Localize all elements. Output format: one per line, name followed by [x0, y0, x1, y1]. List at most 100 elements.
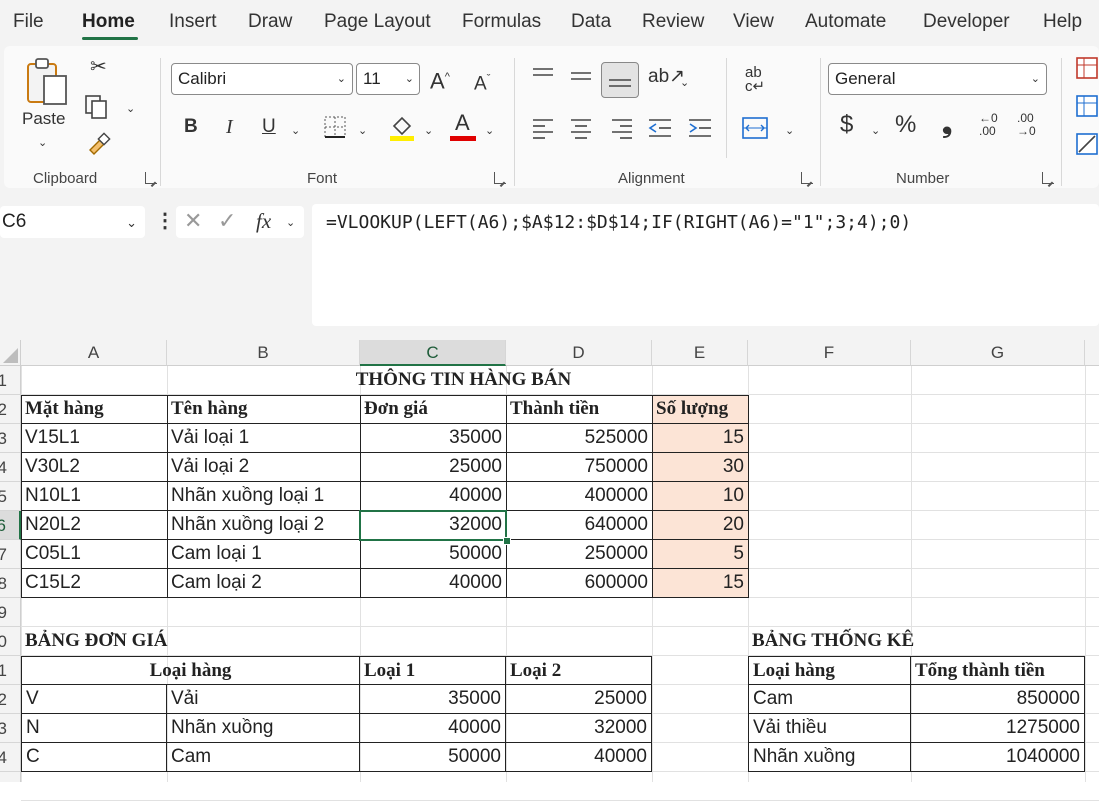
tab-draw[interactable]: Draw: [248, 11, 292, 33]
cell-don-gia[interactable]: 40000: [360, 569, 506, 598]
increase-indent-icon[interactable]: [687, 116, 713, 140]
number-format-select[interactable]: General ⌄: [828, 63, 1047, 95]
cell-thanh-tien[interactable]: 600000: [506, 569, 652, 598]
chevron-down-icon[interactable]: ⌄: [38, 132, 47, 154]
wrap-text-icon[interactable]: ab c↵: [745, 65, 765, 94]
stats-cell-loai-hang[interactable]: Nhãn xuồng: [748, 743, 911, 772]
cell-so-luong[interactable]: 15: [652, 569, 748, 598]
price-cell-loai-2[interactable]: 32000: [506, 714, 652, 743]
cell-mat-hang[interactable]: N20L2: [21, 511, 167, 540]
chevron-down-icon[interactable]: ⌄: [126, 98, 135, 120]
price-cell-code[interactable]: C: [21, 743, 167, 772]
font-size-select[interactable]: 11 ⌄: [356, 63, 420, 95]
decrease-indent-icon[interactable]: [647, 116, 673, 140]
column-header-c[interactable]: C: [360, 340, 506, 366]
align-right-icon[interactable]: [610, 116, 634, 140]
comma-style-icon[interactable]: ❟: [942, 110, 952, 136]
tab-insert[interactable]: Insert: [169, 11, 217, 33]
header-thanh-tien[interactable]: Thành tiền: [506, 395, 652, 424]
tab-page-layout[interactable]: Page Layout: [324, 11, 431, 33]
chevron-down-icon[interactable]: ⌄: [871, 120, 880, 142]
cell-don-gia[interactable]: 50000: [360, 540, 506, 569]
cell-ten-hang[interactable]: Nhãn xuồng loại 2: [167, 511, 360, 540]
cell-thanh-tien[interactable]: 250000: [506, 540, 652, 569]
cell-don-gia[interactable]: 35000: [360, 424, 506, 453]
formula-input[interactable]: =VLOOKUP(LEFT(A6);$A$12:$D$14;IF(RIGHT(A…: [312, 204, 1099, 326]
tab-automate[interactable]: Automate: [805, 11, 886, 33]
stats-cell-loai-hang[interactable]: Vải thiều: [748, 714, 911, 743]
header-so-luong[interactable]: Số lượng: [652, 395, 748, 424]
price-cell-loai-1[interactable]: 40000: [360, 714, 506, 743]
cell-so-luong[interactable]: 15: [652, 424, 748, 453]
chevron-down-icon[interactable]: ⌄: [680, 72, 689, 94]
tab-review[interactable]: Review: [642, 11, 704, 33]
column-header-b[interactable]: B: [167, 340, 360, 366]
row-header-14[interactable]: 14: [0, 743, 21, 772]
dialog-launcher-icon[interactable]: [801, 172, 813, 184]
more-options-icon[interactable]: ⋮: [155, 210, 175, 232]
row-header-10[interactable]: 10: [0, 627, 21, 656]
cell-mat-hang[interactable]: C15L2: [21, 569, 167, 598]
paste-label[interactable]: Paste: [22, 108, 65, 130]
paste-icon[interactable]: [24, 56, 72, 112]
cell-thanh-tien[interactable]: 400000: [506, 482, 652, 511]
header-ten-hang[interactable]: Tên hàng: [167, 395, 360, 424]
stats-table-title[interactable]: BẢNG THỐNG KÊ: [748, 627, 1048, 656]
stats-cell-tong[interactable]: 1275000: [911, 714, 1085, 743]
stats-header-loai-hang[interactable]: Loại hàng: [748, 656, 911, 685]
row-header-4[interactable]: 4: [0, 453, 21, 482]
row-header-13[interactable]: 13: [0, 714, 21, 743]
fill-handle[interactable]: [503, 537, 511, 545]
price-cell-code[interactable]: V: [21, 685, 167, 714]
fill-color-icon[interactable]: [388, 112, 416, 142]
column-header-e[interactable]: E: [652, 340, 748, 366]
font-color-icon[interactable]: A: [450, 110, 478, 142]
format-painter-icon[interactable]: [86, 132, 112, 158]
cell-ten-hang[interactable]: Vải loại 1: [167, 424, 360, 453]
select-all-button[interactable]: [0, 340, 21, 366]
tab-formulas[interactable]: Formulas: [462, 11, 541, 33]
cell-mat-hang[interactable]: N10L1: [21, 482, 167, 511]
tab-data[interactable]: Data: [571, 11, 611, 33]
price-header-loai-hang[interactable]: Loại hàng: [21, 656, 360, 685]
row-header-11[interactable]: 11: [0, 656, 21, 685]
row-header-15[interactable]: [0, 772, 21, 782]
cell-thanh-tien[interactable]: 640000: [506, 511, 652, 540]
column-header-h[interactable]: [1085, 340, 1099, 366]
price-cell-name[interactable]: Vải: [167, 685, 360, 714]
cell-ten-hang[interactable]: Vải loại 2: [167, 453, 360, 482]
stats-cell-tong[interactable]: 1040000: [911, 743, 1085, 772]
row-header-8[interactable]: 8: [0, 569, 21, 598]
row-header-7[interactable]: 7: [0, 540, 21, 569]
percent-icon[interactable]: %: [895, 113, 916, 137]
increase-font-size-icon[interactable]: A^: [430, 66, 450, 92]
column-header-f[interactable]: F: [748, 340, 911, 366]
price-table-title[interactable]: BẢNG ĐƠN GIÁ: [21, 627, 321, 656]
price-cell-loai-1[interactable]: 35000: [360, 685, 506, 714]
cell-mat-hang[interactable]: V30L2: [21, 453, 167, 482]
cut-icon[interactable]: ✂: [90, 56, 107, 78]
stats-cell-loai-hang[interactable]: Cam: [748, 685, 911, 714]
row-header-5[interactable]: 5: [0, 482, 21, 511]
header-don-gia[interactable]: Đơn giá: [360, 395, 506, 424]
currency-icon[interactable]: $: [840, 113, 853, 137]
bottom-align-button[interactable]: [601, 62, 639, 98]
cell-styles-icon[interactable]: [1075, 132, 1099, 156]
column-header-g[interactable]: G: [911, 340, 1085, 366]
format-as-table-icon[interactable]: [1075, 94, 1099, 118]
borders-icon[interactable]: [322, 114, 348, 140]
tab-file[interactable]: File: [13, 11, 44, 33]
cell-so-luong[interactable]: 5: [652, 540, 748, 569]
chevron-down-icon[interactable]: ⌄: [291, 120, 300, 142]
decrease-font-size-icon[interactable]: Aˇ: [474, 68, 490, 95]
row-header-2[interactable]: 2: [0, 395, 21, 424]
cell-mat-hang[interactable]: V15L1: [21, 424, 167, 453]
font-name-select[interactable]: Calibri ⌄: [171, 63, 353, 95]
underline-button[interactable]: U: [262, 116, 276, 138]
copy-icon[interactable]: [84, 94, 108, 120]
row-header-6[interactable]: 6: [0, 511, 21, 540]
cell-so-luong[interactable]: 10: [652, 482, 748, 511]
cell-ten-hang[interactable]: Cam loại 1: [167, 540, 360, 569]
price-cell-loai-2[interactable]: 25000: [506, 685, 652, 714]
enter-icon[interactable]: ✓: [218, 210, 236, 232]
